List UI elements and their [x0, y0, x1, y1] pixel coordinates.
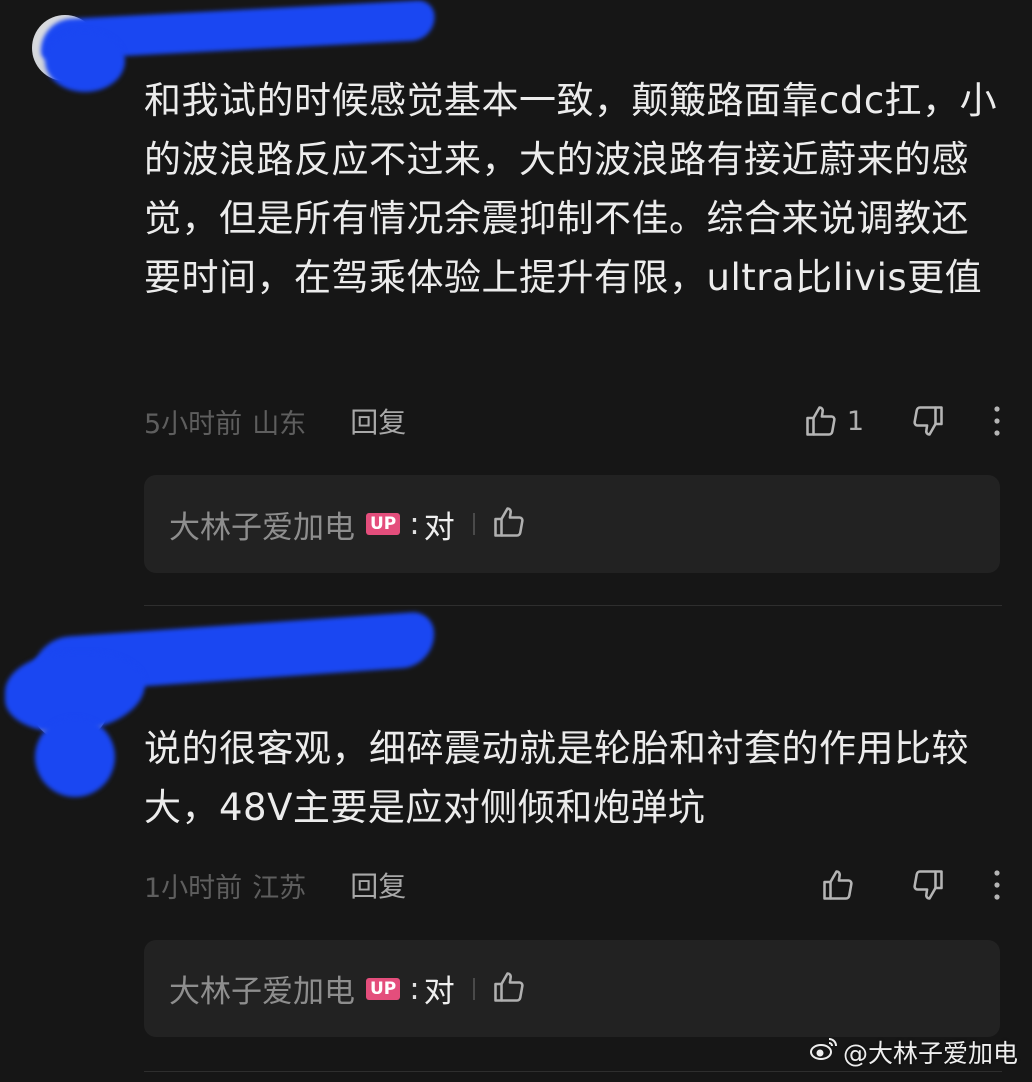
- reply-like-button[interactable]: [491, 504, 527, 544]
- comment-divider: [144, 605, 1002, 606]
- thumbs-up-icon: [803, 403, 839, 439]
- weibo-logo-icon: [809, 1036, 843, 1068]
- more-vertical-icon: [992, 405, 1002, 437]
- up-badge: UP: [366, 977, 401, 1000]
- like-button[interactable]: [820, 867, 864, 903]
- thumbs-down-icon: [910, 403, 946, 439]
- comment-item: 和我试的时候感觉基本一致，颠簸路面靠cdc扛，小的波浪路反应不过来，大的波浪路有…: [0, 0, 1032, 606]
- reply-like-button[interactable]: [491, 969, 527, 1009]
- reply-preview[interactable]: 大林子爱加电 UP : 对: [144, 475, 1000, 573]
- thumbs-down-icon: [910, 867, 946, 903]
- redaction-scribble: [45, 30, 125, 92]
- reply-divider: [472, 513, 475, 535]
- redaction-scribble: [35, 717, 115, 797]
- comment-divider: [144, 1071, 1002, 1072]
- reply-separator: :: [409, 506, 420, 542]
- like-count: 1: [846, 405, 864, 437]
- more-options-button[interactable]: [992, 869, 1002, 901]
- up-badge: UP: [366, 513, 401, 535]
- watermark: @大林子爱加电: [809, 1034, 1018, 1070]
- reply-text: 对: [423, 509, 455, 546]
- thumbs-up-icon: [820, 867, 856, 903]
- comment-text: 说的很客观，细碎震动就是轮胎和衬套的作用比较大，48V主要是应对侧倾和炮弹坑: [144, 727, 969, 829]
- comment-location: 江苏: [252, 872, 307, 904]
- watermark-text: @大林子爱加电: [842, 1039, 1018, 1068]
- comment-actions: 1: [803, 403, 1002, 439]
- reply-author[interactable]: 大林子爱加电: [169, 502, 355, 547]
- reply-divider: [472, 977, 475, 1000]
- reply-author[interactable]: 大林子爱加电: [169, 966, 355, 1011]
- comment-actions: [820, 867, 1002, 903]
- comment-time: 1小时前: [144, 872, 243, 904]
- like-button[interactable]: 1: [803, 403, 864, 439]
- reply-button[interactable]: 回复: [350, 865, 406, 905]
- comment-location: 山东: [252, 408, 307, 440]
- comment-meta: 1小时前 江苏 回复: [144, 865, 1002, 905]
- thumbs-up-icon: [491, 504, 527, 544]
- dislike-button[interactable]: [910, 867, 946, 903]
- comment-meta: 5小时前 山东 回复 1: [144, 401, 1002, 441]
- reply-separator: :: [409, 970, 420, 1007]
- comment-item: 说的很客观，细碎震动就是轮胎和衬套的作用比较大，48V主要是应对侧倾和炮弹坑 1…: [0, 607, 1032, 1073]
- reply-text: 对: [423, 974, 455, 1010]
- dislike-button[interactable]: [910, 403, 946, 439]
- comment-text: 和我试的时候感觉基本一致，颠簸路面靠cdc扛，小的波浪路反应不过来，大的波浪路有…: [144, 79, 998, 299]
- thumbs-up-icon: [491, 969, 527, 1009]
- reply-preview[interactable]: 大林子爱加电 UP : 对: [144, 940, 1000, 1037]
- more-options-button[interactable]: [992, 405, 1002, 437]
- more-vertical-icon: [992, 869, 1002, 901]
- reply-button[interactable]: 回复: [350, 401, 406, 441]
- comment-time: 5小时前: [144, 408, 243, 440]
